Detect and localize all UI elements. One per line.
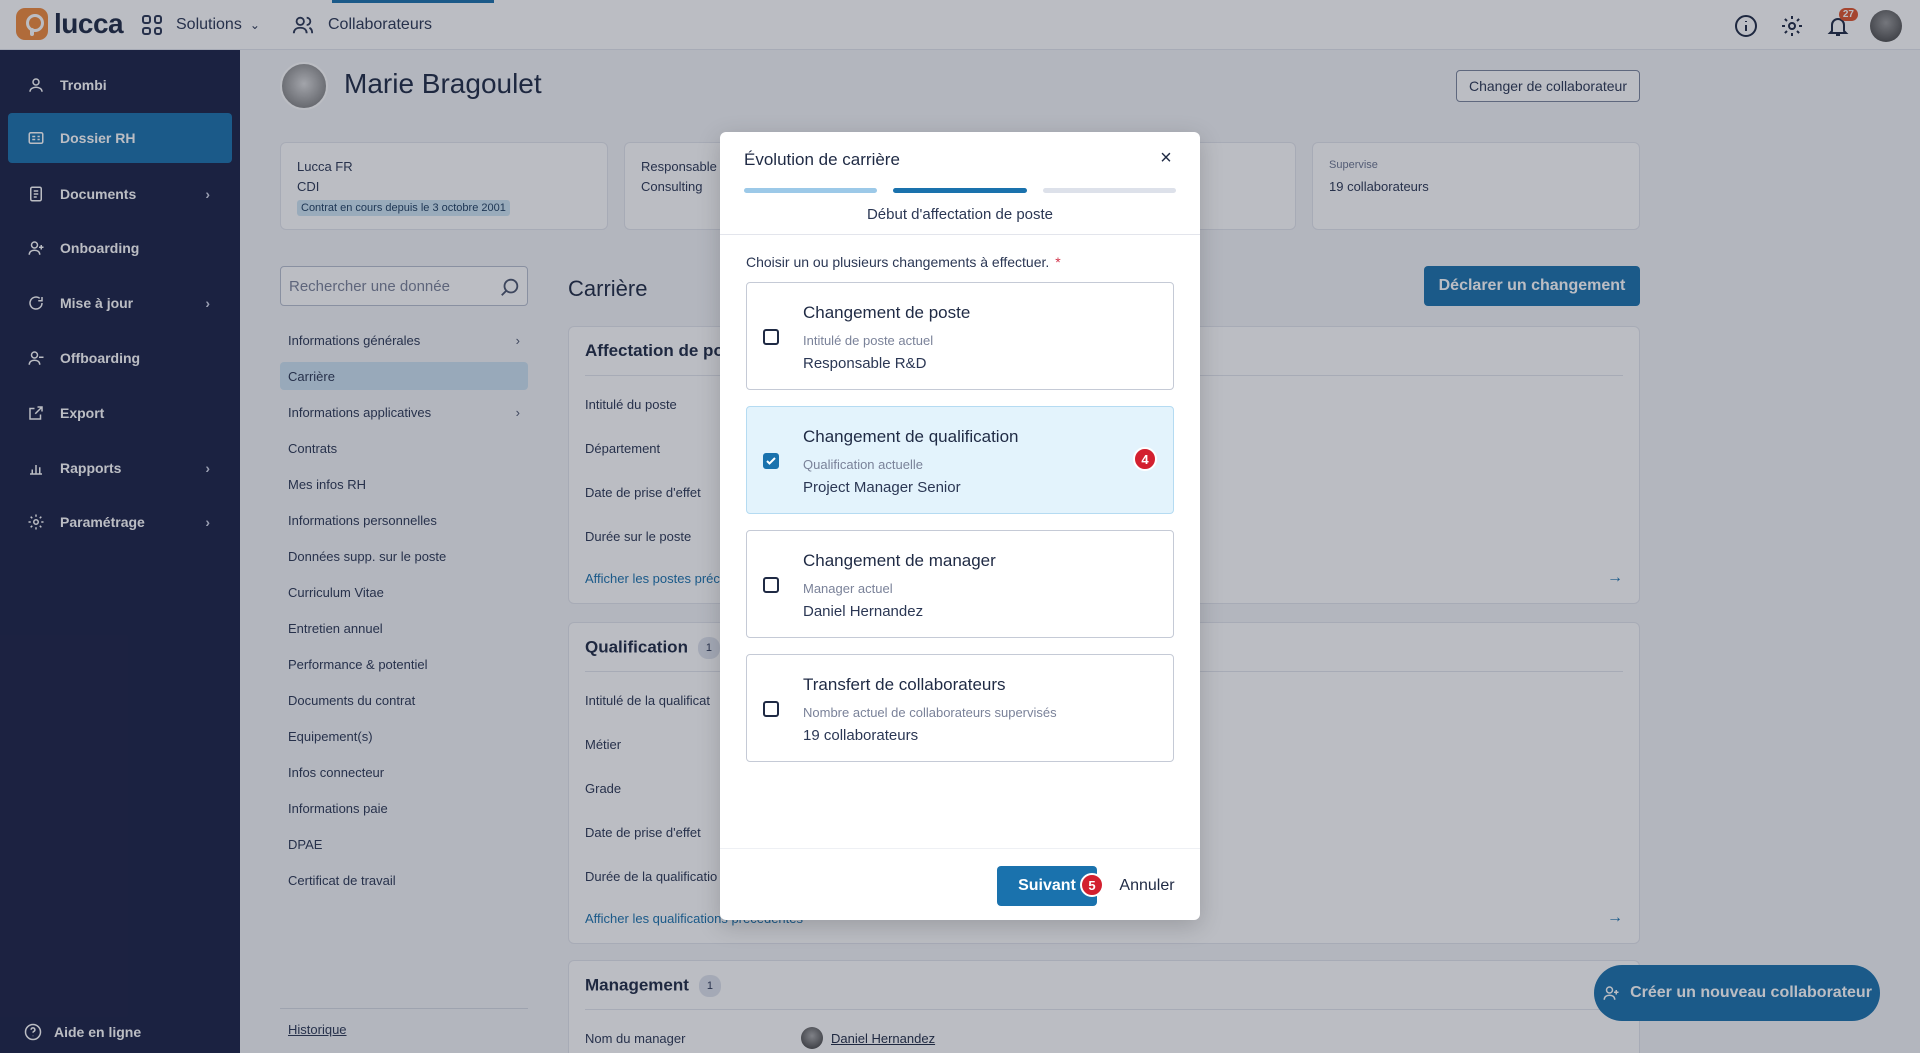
career-evolution-modal: Évolution de carrière × Début d'affectat… bbox=[720, 132, 1200, 920]
option-title: Changement de poste bbox=[803, 303, 971, 322]
option-value: Project Manager Senior bbox=[803, 479, 961, 496]
check-icon bbox=[766, 457, 776, 465]
checkbox-checked[interactable] bbox=[763, 453, 779, 469]
step-3-bar bbox=[1042, 188, 1176, 193]
modal-divider bbox=[720, 234, 1200, 235]
step-number-badge: 4 bbox=[1133, 447, 1157, 471]
option-changement-de-qualification[interactable]: Changement de qualification Qualificatio… bbox=[746, 406, 1174, 514]
modal-footer-divider bbox=[720, 848, 1200, 849]
option-value: Responsable R&D bbox=[803, 355, 927, 372]
option-title: Transfert de collaborateurs bbox=[803, 675, 1006, 694]
option-value: Daniel Hernandez bbox=[803, 603, 924, 620]
close-icon[interactable]: × bbox=[1156, 147, 1176, 169]
option-changement-de-manager[interactable]: Changement de manager Manager actuel Dan… bbox=[746, 530, 1174, 638]
modal-question: Choisir un ou plusieurs changements à ef… bbox=[746, 254, 1061, 270]
required-mark: * bbox=[1055, 254, 1061, 270]
option-subtitle: Qualification actuelle bbox=[803, 457, 923, 472]
step-caption: Début d'affectation de poste bbox=[866, 206, 1054, 223]
step-1-bar bbox=[744, 188, 878, 193]
stepper bbox=[744, 188, 1176, 193]
option-title: Changement de qualification bbox=[803, 427, 1019, 446]
option-value: 19 collaborateurs bbox=[803, 727, 919, 744]
checkbox[interactable] bbox=[763, 329, 779, 345]
cancel-button[interactable]: Annuler bbox=[1112, 866, 1182, 906]
checkbox[interactable] bbox=[763, 577, 779, 593]
option-title: Changement de manager bbox=[803, 551, 996, 570]
option-transfert-de-collaborateurs[interactable]: Transfert de collaborateurs Nombre actue… bbox=[746, 654, 1174, 762]
option-subtitle: Manager actuel bbox=[803, 581, 893, 596]
question-text: Choisir un ou plusieurs changements à ef… bbox=[746, 254, 1050, 270]
checkbox[interactable] bbox=[763, 701, 779, 717]
option-changement-de-poste[interactable]: Changement de poste Intitulé de poste ac… bbox=[746, 282, 1174, 390]
option-subtitle: Intitulé de poste actuel bbox=[803, 333, 934, 348]
step-number-badge: 5 bbox=[1080, 873, 1104, 897]
modal-title: Évolution de carrière bbox=[744, 150, 900, 169]
step-2-bar bbox=[893, 188, 1027, 193]
option-subtitle: Nombre actuel de collaborateurs supervis… bbox=[803, 705, 1057, 720]
